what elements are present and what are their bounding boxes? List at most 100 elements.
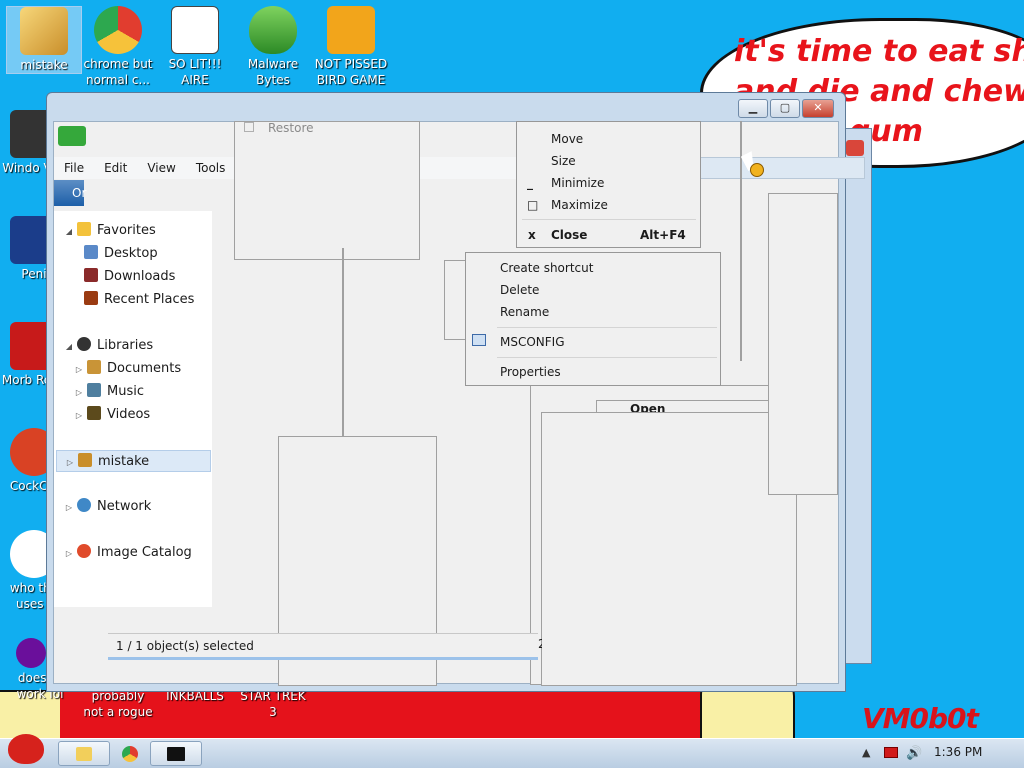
music-icon xyxy=(87,383,101,397)
nav-image-catalog[interactable]: ▷ Image Catalog xyxy=(64,542,192,564)
network-icon xyxy=(77,498,91,512)
folder-icon xyxy=(78,453,92,467)
expand-arrow-icon[interactable]: ▷ xyxy=(64,543,74,565)
desktop-icon-label: Malware Bytes xyxy=(247,57,299,87)
nav-label: Image Catalog xyxy=(97,545,192,560)
desktop-icon xyxy=(84,245,98,259)
address-bar-fragment xyxy=(700,157,865,179)
expand-arrow-icon[interactable]: ◢ xyxy=(64,336,74,358)
videos-icon xyxy=(87,406,101,420)
tray-expand-icon[interactable]: ▲ xyxy=(862,746,870,759)
background-close-button[interactable] xyxy=(846,140,864,156)
taskbar-explorer[interactable] xyxy=(58,741,110,766)
expand-arrow-icon[interactable]: ◢ xyxy=(64,221,74,243)
sys-move[interactable]: Move xyxy=(551,131,583,147)
expand-arrow-icon[interactable]: ▷ xyxy=(74,382,84,404)
nav-favorites[interactable]: ◢ Favorites xyxy=(64,220,156,242)
pig-icon xyxy=(327,6,375,54)
folder-icon xyxy=(76,747,92,761)
libraries-icon xyxy=(77,337,91,351)
nav-documents[interactable]: ▷ Documents xyxy=(74,358,181,380)
tray-flag-icon[interactable] xyxy=(884,747,898,758)
angry-bird-icon xyxy=(8,734,44,764)
yahoo-icon xyxy=(16,638,46,668)
ctx-msconfig[interactable]: MSCONFIG xyxy=(500,334,565,350)
nav-downloads[interactable]: Downloads xyxy=(84,266,175,288)
nav-label: Documents xyxy=(107,361,182,376)
sys-separator xyxy=(522,219,696,220)
volume-icon[interactable]: 🔊 xyxy=(906,746,922,761)
clock[interactable]: 1:36 PM xyxy=(934,745,982,759)
desktop-icon-star-trek[interactable]: STAR TREK 3 xyxy=(235,688,311,720)
ctx-rename[interactable]: Rename xyxy=(500,304,549,320)
nav-music[interactable]: ▷ Music xyxy=(74,381,144,403)
msconfig-icon xyxy=(472,334,486,346)
status-bar-right: 2 xyxy=(538,637,542,651)
menu-tools[interactable]: Tools xyxy=(186,157,236,179)
desktop-icon-solitaire[interactable]: SO LIT!!! AIRE xyxy=(157,6,233,88)
ctx-properties[interactable]: Properties xyxy=(500,364,561,380)
desktop-icon-malwarebytes[interactable]: Malware Bytes xyxy=(235,6,311,88)
desktop-icon-label: chrome but normal c... xyxy=(83,57,153,87)
desktop-icon-mistake[interactable]: mistake xyxy=(6,6,82,74)
open-menu-item: Open xyxy=(630,402,666,412)
7zip-icon xyxy=(167,747,185,761)
desktop-icon-label: probably not a rogue xyxy=(83,689,153,719)
nav-libraries[interactable]: ◢ Libraries xyxy=(64,335,153,357)
start-button[interactable] xyxy=(2,730,48,768)
desktop-icon-label: mistake xyxy=(20,58,68,72)
organize-button[interactable]: Or xyxy=(54,180,86,206)
menu-view[interactable]: View xyxy=(137,157,185,179)
downloads-icon xyxy=(84,268,98,282)
minimize-button[interactable]: ▁ xyxy=(738,99,768,118)
ghost-divider xyxy=(342,248,344,438)
desktop-icon-rogue[interactable]: probably not a rogue xyxy=(80,688,156,720)
nav-label: Videos xyxy=(107,407,151,422)
nav-label: Favorites xyxy=(97,223,156,238)
taskbar-7zip[interactable] xyxy=(150,741,202,766)
ctx-create-shortcut[interactable]: Create shortcut xyxy=(500,260,593,276)
sys-maximize[interactable]: Maximize xyxy=(551,197,608,213)
nav-network[interactable]: ▷ Network xyxy=(64,496,151,518)
star-icon xyxy=(77,222,91,236)
image-catalog-icon xyxy=(77,544,91,558)
busy-cursor-icon xyxy=(750,163,764,177)
nav-label: Downloads xyxy=(104,269,176,284)
desktop-icon-label: SO LIT!!! AIRE xyxy=(168,57,222,87)
nav-mistake[interactable]: ▷ mistake xyxy=(56,450,211,472)
taskbar-chrome[interactable] xyxy=(104,741,156,766)
close-glyph-icon: x xyxy=(528,228,536,242)
nav-label: mistake xyxy=(98,454,150,469)
ctx-delete[interactable]: Delete xyxy=(500,282,539,298)
menu-edit[interactable]: Edit xyxy=(94,157,137,179)
sys-close[interactable]: Close xyxy=(551,227,587,243)
expand-arrow-icon[interactable]: ▷ xyxy=(74,359,84,381)
chrome-icon xyxy=(94,6,142,54)
sys-size[interactable]: Size xyxy=(551,153,576,169)
restore-icon xyxy=(244,122,254,132)
nav-label: Desktop xyxy=(104,246,158,261)
nav-recent-places[interactable]: Recent Places xyxy=(84,289,194,311)
documents-icon xyxy=(87,360,101,374)
nav-desktop[interactable]: Desktop xyxy=(84,243,158,265)
sys-close-shortcut: Alt+F4 xyxy=(640,228,686,242)
minimize-glyph-icon: _ xyxy=(527,176,533,190)
restore-menu-item: Restore xyxy=(268,121,314,135)
desktop-icon-chrome[interactable]: chrome but normal c... xyxy=(80,6,156,88)
desktop-icon-bird-game[interactable]: NOT PISSED BIRD GAME xyxy=(313,6,389,88)
status-strip xyxy=(108,657,538,660)
menu-file[interactable]: File xyxy=(54,157,94,179)
close-button[interactable]: ✕ xyxy=(802,99,834,118)
folder-icon xyxy=(20,7,68,55)
expand-arrow-icon[interactable]: ▷ xyxy=(74,405,84,427)
back-arrow-icon[interactable] xyxy=(58,126,86,146)
expand-arrow-icon[interactable]: ▷ xyxy=(65,452,75,474)
sys-minimize[interactable]: Minimize xyxy=(551,175,604,191)
ghost-panel-front xyxy=(541,412,797,686)
maximize-button[interactable]: ▢ xyxy=(770,99,800,118)
window-controls: ▁ ▢ ✕ xyxy=(738,99,834,118)
nav-videos[interactable]: ▷ Videos xyxy=(74,404,150,426)
ghost-menu-panel xyxy=(234,121,420,260)
expand-arrow-icon[interactable]: ▷ xyxy=(64,497,74,519)
chrome-icon xyxy=(122,746,138,762)
